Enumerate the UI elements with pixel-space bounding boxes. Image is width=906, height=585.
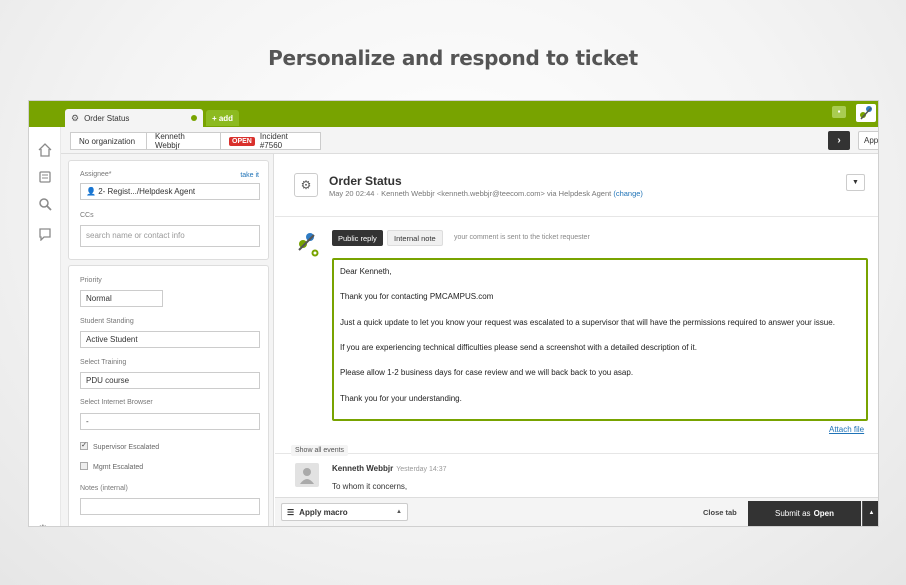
user-icon: 👤	[86, 187, 99, 196]
standing-label: Student Standing	[80, 318, 134, 325]
reply-line: If you are experiencing technical diffic…	[340, 343, 697, 352]
reply-line: Dear Kenneth,	[340, 267, 392, 276]
top-bar: ⚙ Order Status + add ▪	[29, 101, 878, 127]
event-author: Kenneth Webbjr Yesterday 14:37	[332, 464, 447, 473]
reply-line: Thank you for contacting PMCAMPUS.com	[340, 292, 494, 301]
assignee-field[interactable]: 👤 2- Regist.../Helpdesk Agent	[80, 183, 260, 200]
avatar	[295, 463, 319, 487]
change-link[interactable]: (change)	[613, 189, 643, 198]
training-select[interactable]: PDU course	[80, 372, 260, 389]
attach-file-link[interactable]: Attach file	[829, 425, 864, 434]
next-ticket-button[interactable]: ›	[828, 131, 850, 150]
page-headline: Personalize and respond to ticket	[268, 46, 638, 70]
crumb-requester[interactable]: Kenneth Webbjr	[146, 132, 221, 150]
browser-label: Select Internet Browser	[80, 399, 153, 406]
caret-up-icon: ▲	[396, 509, 402, 515]
crumb-incident[interactable]: OPEN Incident #7560	[220, 132, 321, 150]
macro-label: Apply macro	[299, 507, 348, 517]
ticket-meta: May 20 02:44 · Kenneth Webbjr <kenneth.w…	[329, 189, 643, 198]
events-divider	[275, 453, 878, 454]
submit-status: Open	[813, 509, 835, 518]
settings-icon[interactable]: ⚙	[37, 522, 49, 526]
ticket-subject: Order Status	[329, 174, 402, 188]
reply-line: Thank you for your understanding.	[340, 394, 462, 403]
gear-icon: ⚙	[294, 173, 318, 197]
status-badge: OPEN	[229, 136, 255, 146]
event-body: To whom it concerns,	[332, 482, 408, 491]
agent-logo-icon[interactable]	[856, 104, 876, 122]
tab-status-dot	[191, 115, 197, 121]
notes-input[interactable]	[80, 498, 260, 515]
ccs-label: CCs	[80, 212, 94, 219]
home-icon[interactable]	[37, 143, 53, 159]
internal-note-tab[interactable]: Internal note	[387, 230, 443, 246]
gear-icon: ⚙	[71, 112, 80, 123]
supervisor-escalated-checkbox[interactable]: ✓	[80, 442, 88, 450]
breadcrumb: No organization Kenneth Webbjr OPEN Inci…	[61, 127, 878, 154]
training-label: Select Training	[80, 359, 127, 366]
priority-label: Priority	[80, 277, 102, 284]
agent-avatar	[295, 231, 319, 257]
list-icon: ☰	[287, 507, 295, 517]
reply-editor[interactable]: Dear Kenneth, Thank you for contacting P…	[332, 258, 868, 421]
browser-select[interactable]: -	[80, 413, 260, 430]
action-footer: ☰ Apply macro ▲ Close tab Submit as Open …	[275, 497, 878, 526]
notes-label: Notes (internal)	[80, 485, 128, 492]
ticket-properties-sidebar: Assignee* take it 👤 2- Regist.../Helpdes…	[61, 154, 274, 526]
mgmt-escalated-label: Mgmt Escalated	[93, 464, 144, 471]
submit-options-button[interactable]: ▲	[862, 501, 878, 526]
take-it-link[interactable]: take it	[240, 172, 259, 179]
ticket-conversation: ⚙ Order Status May 20 02:44 · Kenneth We…	[275, 154, 878, 526]
priority-select[interactable]: Normal	[80, 290, 163, 307]
apply-macro-dropdown[interactable]: ☰ Apply macro ▲	[281, 503, 408, 521]
reply-hint: your comment is sent to the ticket reque…	[454, 234, 590, 241]
search-icon[interactable]	[37, 197, 53, 213]
incident-label: Incident #7560	[259, 132, 288, 150]
header-divider	[275, 216, 878, 217]
chat-icon[interactable]: ▪	[832, 106, 846, 118]
add-tab-button[interactable]: + add	[206, 110, 239, 126]
apps-button[interactable]: Apps	[858, 131, 878, 150]
assignee-panel: Assignee* take it 👤 2- Regist.../Helpdes…	[68, 160, 269, 260]
tab-order-status[interactable]: ⚙ Order Status	[65, 109, 203, 127]
assignee-value: 2- Regist.../Helpdesk Agent	[98, 187, 196, 196]
public-reply-tab[interactable]: Public reply	[332, 230, 383, 246]
mgmt-escalated-checkbox[interactable]	[80, 462, 88, 470]
reply-line: Just a quick update to let you know your…	[340, 318, 835, 327]
tab-label: Order Status	[84, 113, 130, 123]
standing-select[interactable]: Active Student	[80, 331, 260, 348]
crumb-organization[interactable]: No organization	[70, 132, 147, 150]
fields-panel: Priority Normal Student Standing Active …	[68, 265, 269, 526]
left-icon-rail: ⚙	[29, 127, 61, 526]
supervisor-escalated-label: Supervisor Escalated	[93, 444, 160, 451]
reporting-icon[interactable]	[37, 227, 53, 243]
close-tab-button[interactable]: Close tab	[703, 508, 737, 517]
helpdesk-app-window: ⚙ Order Status + add ▪ ⚙ No organ	[28, 100, 879, 527]
assignee-label: Assignee*	[80, 171, 112, 178]
reply-line: Please allow 1-2 business days for case …	[340, 368, 634, 377]
event-time: Yesterday 14:37	[396, 466, 447, 473]
views-icon[interactable]	[37, 170, 53, 186]
ticket-meta-text: May 20 02:44 · Kenneth Webbjr <kenneth.w…	[329, 189, 612, 198]
ccs-input[interactable]: search name or contact info	[80, 225, 260, 247]
event-author-name: Kenneth Webbjr	[332, 464, 394, 473]
ticket-options-button[interactable]: ▼	[846, 174, 865, 191]
submit-prefix: Submit as	[774, 509, 811, 518]
show-all-events-button[interactable]: Show all events	[291, 445, 349, 456]
submit-button[interactable]: Submit as Open	[748, 501, 861, 526]
